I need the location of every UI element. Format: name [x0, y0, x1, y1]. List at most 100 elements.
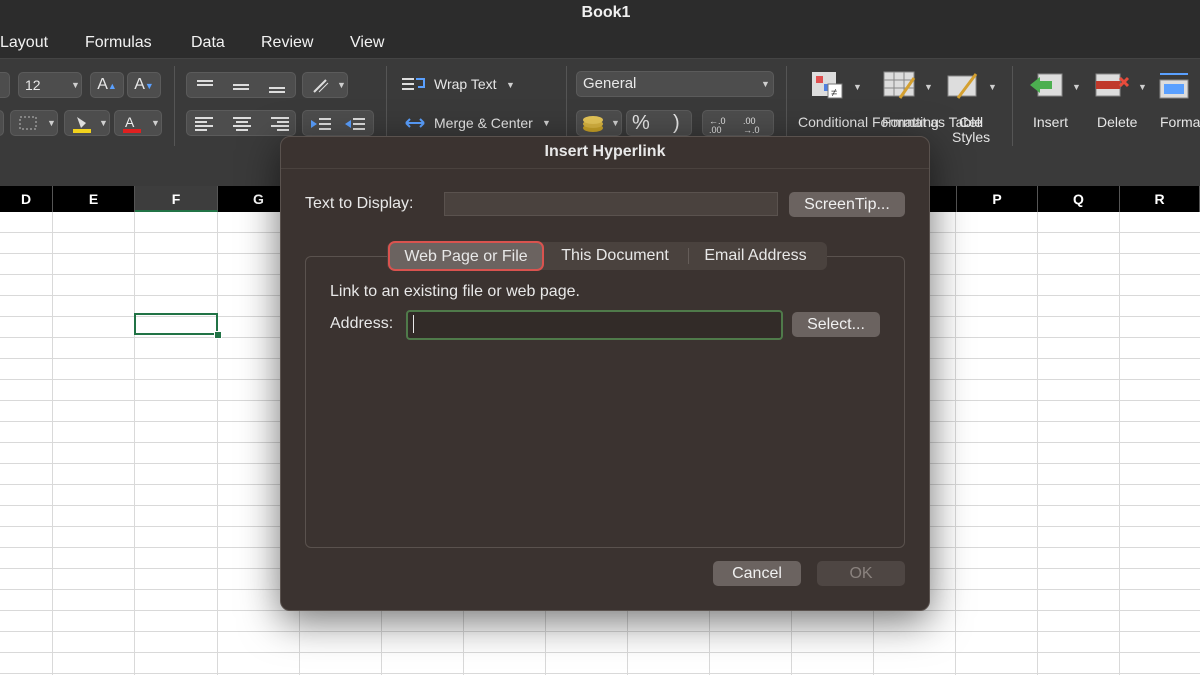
font-name-dropdown[interactable]: [0, 72, 10, 98]
tab-web-page-or-file[interactable]: Web Page or File: [388, 241, 544, 271]
insert-cells-icon: [1030, 73, 1063, 97]
select-button[interactable]: Select...: [792, 312, 880, 337]
decrease-increase-indent-icons: [311, 118, 365, 130]
insert-cells-button[interactable]: ▼ Insert: [1026, 70, 1084, 136]
ok-button[interactable]: OK: [817, 561, 905, 586]
text-orientation-icon: [313, 79, 329, 93]
text-cursor: [413, 315, 414, 333]
format-cells-button[interactable]: Format: [1154, 70, 1200, 136]
decrease-decimal-button[interactable]: .00 →.0: [743, 117, 771, 135]
increase-font-label: A: [97, 76, 108, 93]
column-header-q[interactable]: Q: [1038, 186, 1120, 212]
font-color-icon: A: [123, 114, 141, 133]
tab-review[interactable]: Review: [261, 34, 313, 52]
column-header-d[interactable]: D: [0, 186, 53, 212]
text-to-display-field[interactable]: [444, 192, 778, 216]
wrap-text-label: Wrap Text: [434, 76, 497, 92]
ribbon-separator: [1012, 66, 1013, 146]
chevron-down-icon: ▼: [1072, 82, 1081, 92]
font-size-value: 12: [25, 77, 41, 93]
chevron-down-icon: ▼: [99, 118, 108, 128]
cell-styles-label-1: Cell: [959, 114, 984, 130]
arrow-down-icon: ▼: [144, 81, 154, 91]
chevron-down-icon: ▼: [761, 79, 770, 89]
svg-text:A: A: [125, 114, 135, 130]
ribbon-separator: [174, 66, 175, 146]
format-as-table-button[interactable]: ▼ Format as Table: [876, 70, 982, 136]
tab-divider: [688, 248, 689, 264]
chevron-down-icon: ▼: [611, 118, 620, 128]
dialog-title-divider: [281, 168, 929, 169]
ribbon-separator: [786, 66, 787, 146]
screentip-button[interactable]: ScreenTip...: [789, 192, 905, 217]
align-left-center-right-icons: [195, 117, 289, 131]
increase-font-size-button[interactable]: A▲: [90, 72, 124, 98]
wrap-text-button[interactable]: Wrap Text ▼: [402, 74, 562, 96]
tab-view[interactable]: View: [350, 34, 384, 52]
conditional-formatting-button[interactable]: ≠ ▼ Conditional Formatting: [796, 70, 939, 136]
percent-comma-group: % ): [626, 110, 692, 136]
window-title: Book1: [581, 4, 631, 21]
cell-styles-button[interactable]: ▼ Cell Styles: [944, 70, 1004, 146]
selected-cell[interactable]: [134, 313, 218, 335]
comma-style-button[interactable]: ): [673, 111, 680, 135]
tab-email-address[interactable]: Email Address: [690, 242, 821, 270]
decrease-font-size-button[interactable]: A▼: [127, 72, 161, 98]
chevron-down-icon: ▼: [71, 80, 80, 90]
percent-style-button[interactable]: %: [632, 111, 650, 135]
format-as-table-icon: [883, 71, 916, 99]
dialog-title: Insert Hyperlink: [544, 143, 666, 160]
vertical-align-group: [186, 72, 296, 98]
arrow-up-icon: ▲: [107, 81, 117, 91]
conditional-formatting-icon: ≠: [812, 72, 843, 99]
column-header-f[interactable]: F: [135, 186, 218, 212]
chevron-down-icon: ▼: [853, 82, 862, 92]
address-label: Address:: [330, 315, 394, 332]
merge-center-icon: [405, 118, 425, 128]
number-format-dropdown[interactable]: General ▼: [576, 71, 774, 97]
merge-center-button[interactable]: Merge & Center ▼: [402, 112, 562, 134]
chevron-down-icon: ▼: [337, 80, 346, 90]
borders-icon: [19, 116, 37, 130]
italic-button[interactable]: [0, 110, 4, 136]
svg-text:≠: ≠: [831, 87, 837, 99]
indent-group: [302, 110, 374, 136]
insert-label: Insert: [1033, 114, 1069, 130]
number-format-value: General: [583, 75, 637, 92]
address-input[interactable]: [406, 310, 783, 340]
fill-handle[interactable]: [214, 331, 222, 339]
column-header-r[interactable]: R: [1120, 186, 1200, 212]
decrease-font-label: A: [134, 76, 145, 93]
cancel-button[interactable]: Cancel: [713, 561, 801, 586]
tab-layout[interactable]: Layout: [0, 34, 48, 52]
chevron-down-icon: ▼: [988, 82, 997, 92]
column-header-e[interactable]: E: [53, 186, 135, 212]
wrap-text-icon: [402, 78, 425, 90]
link-description: Link to an existing file or web page.: [330, 283, 580, 300]
fill-color-button[interactable]: ▼: [64, 110, 110, 136]
chevron-down-icon: ▼: [924, 82, 933, 92]
borders-button[interactable]: ▼: [10, 110, 58, 136]
font-color-button[interactable]: A ▼: [114, 110, 162, 136]
cell-styles-label-2: Styles: [952, 129, 991, 145]
format-label: Format: [1160, 114, 1200, 130]
delete-cells-icon: [1095, 73, 1130, 97]
font-size-dropdown[interactable]: 12 ▼: [18, 72, 82, 98]
accounting-format-button[interactable]: ▼: [576, 110, 622, 136]
horizontal-align-group: [186, 110, 296, 136]
ribbon-separator: [386, 66, 387, 146]
tab-data[interactable]: Data: [191, 34, 225, 52]
increase-decimal-button[interactable]: ←.0 .00: [709, 117, 735, 135]
coins-icon: [583, 116, 603, 132]
chevron-down-icon: ▼: [151, 118, 160, 128]
format-cells-icon: [1159, 73, 1189, 99]
decimal-group: ←.0 .00 .00 →.0: [702, 110, 774, 136]
cell-styles-icon: [947, 73, 978, 99]
chevron-down-icon: ▼: [1138, 82, 1147, 92]
tab-formulas[interactable]: Formulas: [85, 34, 152, 52]
orientation-button[interactable]: ▼: [302, 72, 348, 98]
tab-this-document[interactable]: This Document: [548, 242, 682, 270]
delete-cells-button[interactable]: ▼ Delete: [1092, 70, 1150, 136]
column-header-p[interactable]: P: [956, 186, 1038, 212]
text-to-display-label: Text to Display:: [305, 195, 414, 212]
